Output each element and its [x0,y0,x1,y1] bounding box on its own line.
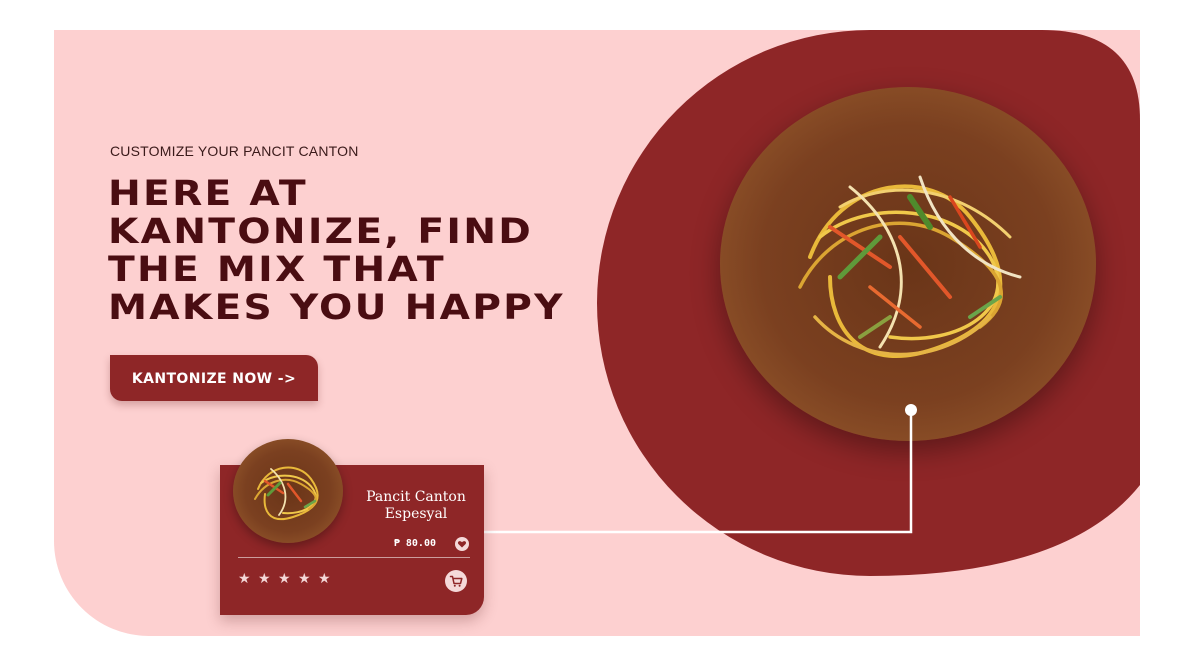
heart-icon [457,541,467,548]
pancit-canton-bowl-image [720,87,1096,441]
headline-line: THE MIX THAT [108,250,446,290]
star-icon: ★ [298,570,311,586]
add-to-cart-button[interactable] [445,570,467,592]
rating-stars: ★ ★ ★ ★ ★ [238,571,332,587]
favorite-button[interactable] [455,537,469,551]
star-icon: ★ [258,570,271,586]
headline-line: HERE AT [108,174,308,214]
card-divider [238,557,470,558]
star-icon: ★ [278,570,291,586]
star-icon: ★ [238,570,251,586]
star-icon: ★ [318,570,331,586]
cart-icon [449,575,463,587]
eyebrow-text: CUSTOMIZE YOUR PANCIT CANTON [110,143,359,159]
product-thumbnail [233,439,343,543]
noodles-illustration [798,175,1022,359]
headline-line: KANTONIZE, FIND [108,212,534,252]
hero-headline: HERE AT KANTONIZE, FIND THE MIX THAT MAK… [108,175,646,327]
noodles-thumbnail-illustration [254,466,319,520]
product-name-line: Pancit Canton [366,489,466,505]
product-price: ₱ 80.00 [393,538,436,549]
product-name-line: Espesyal [384,506,448,522]
kantonize-now-button[interactable]: KANTONIZE NOW -> [110,355,318,401]
headline-line: MAKES YOU HAPPY [108,288,565,328]
product-name: Pancit Canton Espesyal [358,489,474,523]
